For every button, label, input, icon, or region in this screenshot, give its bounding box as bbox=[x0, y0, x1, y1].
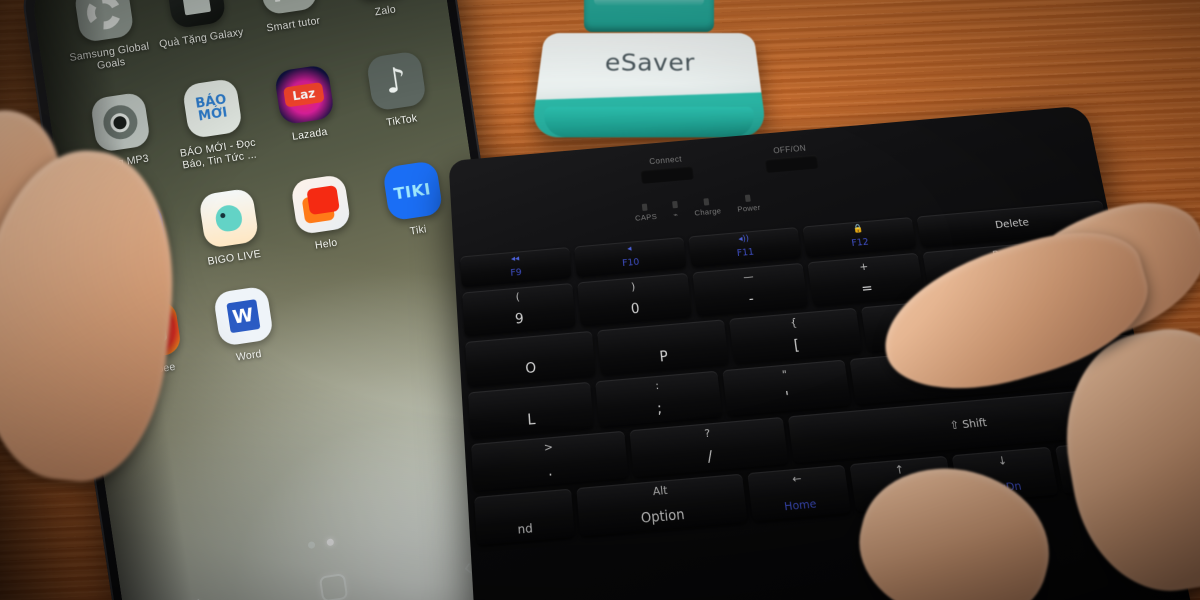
super-sim-icon: 2 bbox=[105, 201, 168, 263]
app-bigo-live[interactable]: BIGO LIVE bbox=[178, 185, 281, 271]
photo-scene: eSaver Samsung Global Goals Quà Tặng Gal… bbox=[0, 0, 1200, 600]
key-p[interactable]: P bbox=[597, 319, 730, 376]
app-label: Zing MP3 bbox=[101, 152, 150, 172]
key-down-pgdn[interactable]: ↓ PgDn bbox=[952, 446, 1059, 504]
key-l[interactable]: L bbox=[468, 381, 594, 439]
app-zalo[interactable]: Zalo Zalo bbox=[329, 0, 434, 35]
power-switch-slot[interactable] bbox=[764, 154, 819, 173]
power-led-dot bbox=[744, 194, 751, 202]
key-right-end[interactable]: → End bbox=[1054, 437, 1162, 495]
smart-tutor-icon bbox=[256, 0, 319, 16]
caps-led: CAPS bbox=[634, 203, 657, 223]
key-slash[interactable]: ? / bbox=[629, 416, 789, 478]
app-label: Smart tutor bbox=[265, 14, 322, 35]
word-glyph: W bbox=[225, 299, 260, 334]
stand-base-edge bbox=[541, 106, 757, 138]
key-backslash[interactable]: : \ bbox=[992, 284, 1129, 341]
app-label: Tiki bbox=[409, 223, 428, 238]
bigo-live-icon bbox=[197, 187, 259, 249]
app-label: Zalo bbox=[373, 3, 397, 19]
key-left-home[interactable]: ← Home bbox=[747, 464, 851, 522]
app-label: Super SIM bbox=[115, 261, 169, 282]
key-0[interactable]: ) 0 bbox=[577, 272, 693, 327]
app-word[interactable]: W Word bbox=[193, 283, 296, 369]
caps-led-dot bbox=[642, 203, 648, 211]
zalo-icon: Zalo bbox=[348, 0, 411, 2]
app-label: Shopee bbox=[137, 360, 177, 379]
bluetooth-led: ⌁ bbox=[671, 200, 679, 220]
key-semicolon[interactable]: : ; bbox=[595, 370, 723, 428]
app-label: Samsung Global Goals bbox=[68, 40, 151, 72]
home-icon[interactable] bbox=[319, 572, 349, 600]
recents-icon[interactable]: ||| bbox=[182, 596, 206, 600]
page-dot[interactable] bbox=[307, 541, 316, 550]
shopee-icon: S bbox=[120, 299, 182, 361]
key-command[interactable]: nd bbox=[474, 488, 576, 546]
app-qua-tang-galaxy[interactable]: Quà Tặng Galaxy bbox=[146, 0, 251, 63]
app-grid: Samsung Global Goals Quà Tặng Galaxy Sma… bbox=[54, 0, 480, 382]
app-label: BÁO MỚI - Đọc Báo, Tin Tức ... bbox=[179, 136, 258, 172]
stand-neck-highlight bbox=[594, 0, 704, 6]
esaver-logo: eSaver bbox=[604, 49, 696, 77]
app-label: TikTok bbox=[385, 112, 419, 129]
bao-moi-icon: BÁO MỚI bbox=[181, 77, 243, 140]
key-bracket-right[interactable]: } ] bbox=[860, 296, 996, 353]
app-zing-mp3[interactable]: Zing MP3 bbox=[70, 89, 175, 187]
key-o[interactable]: O bbox=[465, 330, 596, 388]
app-tiktok[interactable]: ♪ TikTok bbox=[346, 47, 451, 145]
lazada-icon: Laz bbox=[273, 64, 335, 126]
key-bracket-left[interactable]: { [ bbox=[728, 307, 863, 364]
connect-button[interactable]: Connect bbox=[639, 154, 695, 184]
key-9[interactable]: ( 9 bbox=[462, 282, 576, 337]
power-led: Power bbox=[736, 194, 761, 214]
app-super-sim[interactable]: 2 Super SIM bbox=[86, 198, 189, 284]
shopee-glyph: S bbox=[135, 315, 167, 345]
tiktok-icon: ♪ bbox=[365, 50, 427, 112]
key-up-pgup[interactable]: ↑ PgUp bbox=[849, 455, 955, 513]
key-equals[interactable]: + = bbox=[807, 252, 925, 307]
app-shopee[interactable]: S Shopee bbox=[101, 296, 204, 382]
app-label: Quà Tặng Galaxy bbox=[158, 26, 245, 51]
app-samsung-global-goals[interactable]: Samsung Global Goals bbox=[54, 0, 159, 77]
key-alt-option[interactable]: Alt Option bbox=[576, 473, 748, 537]
app-lazada[interactable]: Laz Lazada bbox=[254, 61, 359, 159]
super-sim-glyph: 2 bbox=[120, 216, 153, 248]
stand-neck bbox=[584, 0, 714, 32]
charge-led: Charge bbox=[693, 197, 722, 218]
key-period[interactable]: > . bbox=[471, 430, 629, 492]
bluetooth-led-dot bbox=[671, 200, 678, 209]
microsoft-word-icon: W bbox=[212, 285, 274, 347]
helo-icon bbox=[289, 173, 351, 236]
bluetooth-icon: ⌁ bbox=[672, 209, 679, 220]
tiki-icon: TIKI bbox=[381, 160, 443, 222]
bigo-dino-glyph bbox=[213, 203, 244, 234]
phone-stand[interactable]: eSaver bbox=[520, 0, 780, 150]
key-area: ◂◂ F9 ◂ F10 ◂)) F11 🔒 F12 Delete (9) 0… bbox=[460, 200, 1187, 600]
tiktok-glyph: ♪ bbox=[382, 59, 410, 103]
app-smart-tutor[interactable]: Smart tutor bbox=[237, 0, 342, 49]
app-label: Helo bbox=[314, 236, 339, 252]
app-label: Word bbox=[235, 347, 263, 364]
lazada-glyph: Laz bbox=[283, 82, 325, 108]
key-minus[interactable]: — - bbox=[692, 262, 809, 317]
power-switch[interactable]: OFF/ON bbox=[763, 143, 819, 173]
app-helo[interactable]: Helo bbox=[270, 171, 373, 257]
key-quote[interactable]: " ' bbox=[722, 359, 851, 417]
bluetooth-keyboard[interactable]: Connect OFF/ON CAPS ⌁ Charge Power ◂◂ F9… bbox=[448, 105, 1194, 600]
page-dot-active[interactable] bbox=[326, 538, 335, 547]
charge-led-dot bbox=[703, 198, 710, 206]
samsung-global-goals-icon bbox=[72, 0, 135, 44]
qua-tang-galaxy-icon bbox=[164, 0, 227, 30]
app-label: Lazada bbox=[291, 125, 329, 143]
connect-button-slot[interactable] bbox=[640, 165, 695, 184]
app-bao-moi[interactable]: BÁO MỚI BÁO MỚI - Đọc Báo, Tin Tức ... bbox=[162, 75, 267, 173]
app-label: BIGO LIVE bbox=[206, 247, 262, 268]
zing-mp3-icon bbox=[89, 91, 151, 153]
